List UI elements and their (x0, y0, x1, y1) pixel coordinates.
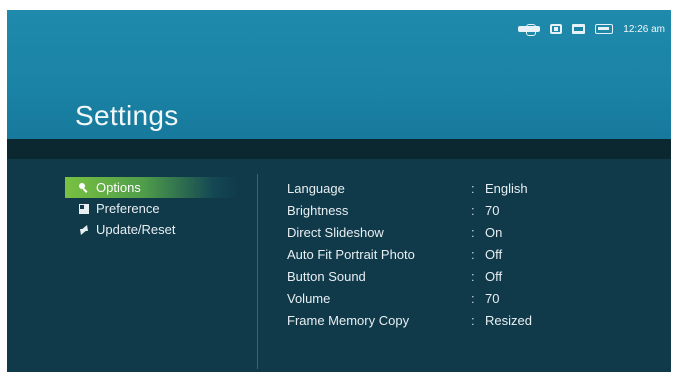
setting-label: Brightness (287, 202, 349, 218)
setting-frame-memory-copy[interactable]: Frame Memory Copy : Resized (287, 309, 585, 331)
setting-label: Button Sound (287, 268, 366, 284)
header-band (7, 139, 671, 159)
setting-label: Frame Memory Copy (287, 312, 410, 328)
settings-screen: Settings 12:26 am Options Preference Upd… (7, 10, 671, 372)
menu-item-update-reset[interactable]: Update/Reset (65, 219, 240, 240)
preference-icon (79, 203, 89, 214)
usb-icon (518, 24, 541, 36)
setting-separator: : (471, 290, 475, 306)
setting-separator: : (471, 202, 475, 218)
setting-volume[interactable]: Volume : 70 (287, 287, 585, 309)
settings-menu: Options Preference Update/Reset (65, 177, 240, 240)
search-icon (79, 182, 89, 193)
setting-direct-slideshow[interactable]: Direct Slideshow : On (287, 221, 585, 243)
card-icon (550, 24, 563, 34)
clock: 12:26 am (623, 23, 665, 35)
menu-item-options[interactable]: Options (65, 177, 240, 198)
setting-separator: : (471, 224, 475, 240)
setting-value: 70 (485, 202, 500, 218)
page-title: Settings (75, 100, 179, 131)
panel-divider (257, 174, 258, 369)
setting-value: English (485, 180, 528, 196)
setting-value: Resized (485, 312, 532, 328)
setting-separator: : (471, 246, 475, 262)
setting-label: Language (287, 180, 345, 196)
setting-value: Off (485, 268, 503, 284)
setting-button-sound[interactable]: Button Sound : Off (287, 265, 585, 287)
setting-separator: : (471, 180, 475, 196)
update-icon (79, 225, 89, 235)
setting-label: Volume (287, 290, 331, 306)
setting-label: Direct Slideshow (287, 224, 384, 240)
menu-item-label: Update/Reset (96, 222, 176, 237)
setting-label: Auto Fit Portrait Photo (287, 246, 415, 262)
setting-brightness[interactable]: Brightness : 70 (287, 199, 585, 221)
setting-value: On (485, 224, 503, 240)
status-bar: 12:26 am (518, 22, 665, 36)
header-bar: Settings 12:26 am (7, 10, 671, 139)
setting-auto-fit-portrait-photo[interactable]: Auto Fit Portrait Photo : Off (287, 243, 585, 265)
memory-icon (572, 24, 586, 34)
menu-item-preference[interactable]: Preference (65, 198, 240, 219)
settings-list: Language : English Brightness : 70 Direc… (287, 177, 585, 331)
setting-separator: : (471, 312, 475, 328)
battery-icon (595, 24, 614, 34)
setting-value: 70 (485, 290, 500, 306)
menu-item-label: Options (96, 180, 141, 195)
setting-language[interactable]: Language : English (287, 177, 585, 199)
menu-item-label: Preference (96, 201, 160, 216)
setting-separator: : (471, 268, 475, 284)
setting-value: Off (485, 246, 503, 262)
